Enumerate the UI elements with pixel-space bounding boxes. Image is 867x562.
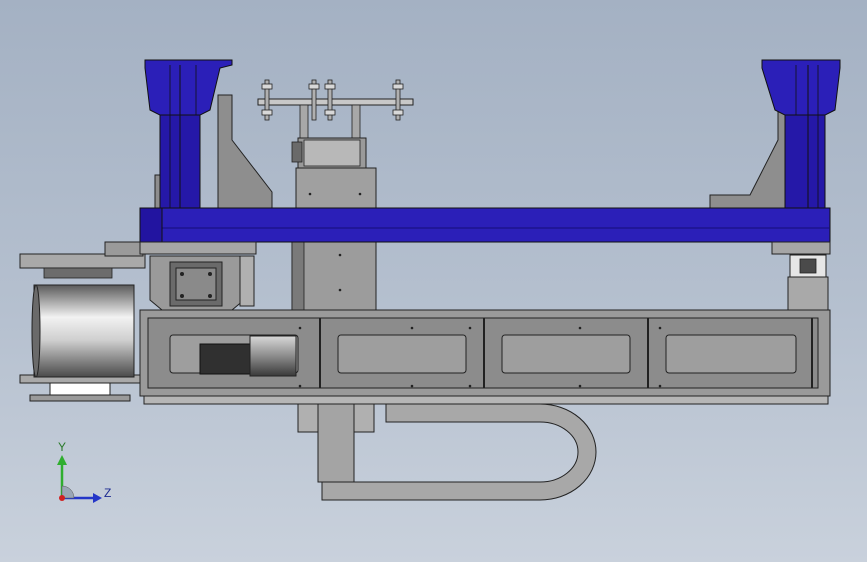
y-axis-arrow (57, 455, 67, 465)
z-axis-arrow (93, 493, 102, 503)
main-crossbeam (139, 207, 831, 243)
gearbox-housing (139, 241, 257, 311)
graphics-viewport[interactable]: Y Z (0, 0, 867, 562)
x-axis-dot (59, 495, 65, 501)
material-drum (31, 284, 135, 378)
right-carriage (771, 241, 831, 314)
coordinate-triad (57, 455, 102, 503)
cad-model[interactable] (0, 0, 867, 562)
triad-z-label: Z (104, 486, 112, 500)
bottom-clamps (297, 403, 375, 483)
actuator-cylinder (291, 137, 367, 169)
triad-y-label: Y (58, 440, 67, 454)
top-fixture-bracket (257, 79, 414, 141)
